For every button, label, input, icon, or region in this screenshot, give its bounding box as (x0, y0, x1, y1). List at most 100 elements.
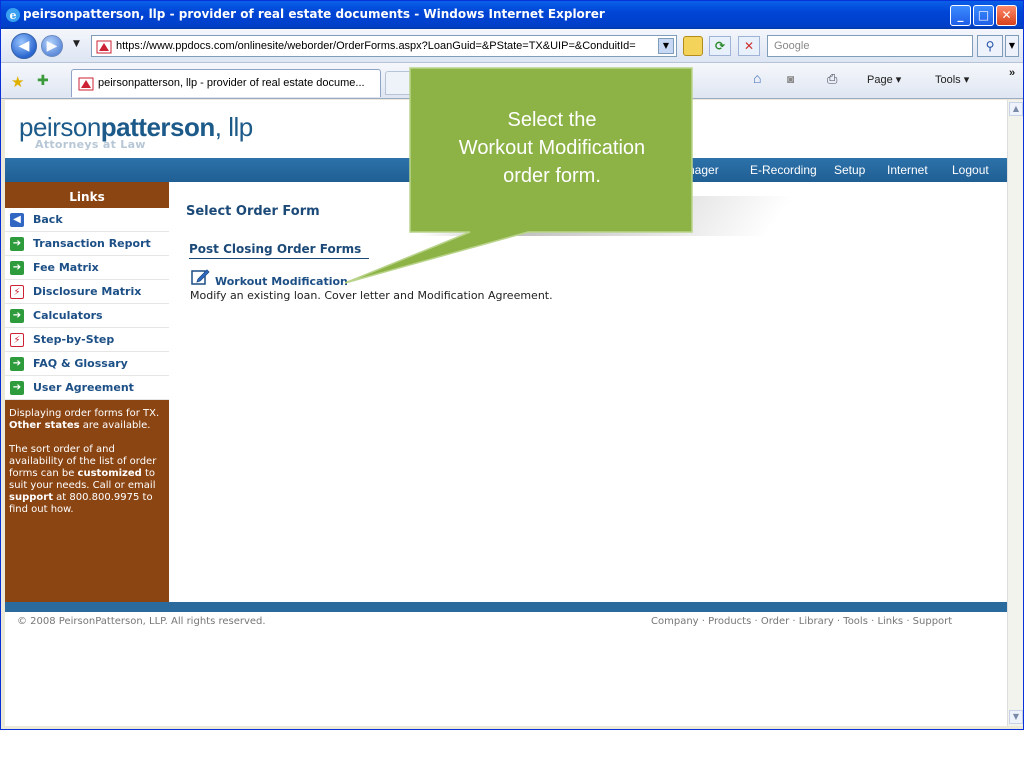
links-list: ◀ Back ➔ Transaction Report ➔ Fee Matrix… (5, 208, 169, 400)
forward-button[interactable]: ▶ (41, 35, 63, 57)
info-text: are available. (82, 420, 151, 431)
navigation-bar: ◀ ▶ ▼ https://www.ppdocs.com/onlinesite/… (1, 29, 1023, 63)
refresh-icon: ⟳ (714, 39, 726, 53)
vertical-scrollbar[interactable]: ▲ ▼ (1007, 100, 1023, 726)
stop-icon: ✕ (743, 39, 755, 53)
refresh-button[interactable]: ⟳ (709, 36, 731, 56)
scroll-down-icon[interactable]: ▼ (1009, 710, 1023, 724)
callout-shadow (415, 196, 795, 236)
search-button[interactable]: ⚲ (977, 35, 1003, 57)
sidebar-item-calculators[interactable]: ➔ Calculators (5, 304, 169, 328)
scroll-up-icon[interactable]: ▲ (1009, 102, 1023, 116)
section-heading: Post Closing Order Forms (189, 242, 362, 256)
back-arrow-icon: ◀ (18, 38, 30, 54)
page-viewport: peirsonpatterson, llp Attorneys at Law n… (5, 100, 1007, 726)
workout-modification-link[interactable]: Workout Modification (215, 275, 348, 288)
sidebar-item-label: Disclosure Matrix (33, 285, 142, 298)
menu-item-setup[interactable]: Setup (834, 163, 865, 177)
sidebar-item-step-by-step[interactable]: ⚡ Step-by-Step (5, 328, 169, 352)
window-title: peirsonpatterson, llp - provider of real… (23, 7, 605, 21)
customized-link[interactable]: customized (78, 468, 142, 479)
footer-copyright: © 2008 PeirsonPatterson, LLP. All rights… (17, 616, 266, 627)
states-info: Displaying order forms for TX. Other sta… (9, 408, 167, 432)
new-tab-button[interactable] (385, 71, 419, 95)
callout-line: Select the (507, 109, 597, 131)
menu-item-logout[interactable]: Logout (952, 163, 989, 177)
print-icon[interactable]: ⎙ (827, 71, 837, 87)
callout-text: Select the Workout Modification order fo… (412, 106, 692, 190)
site-favicon-icon (78, 77, 94, 91)
back-arrow-icon: ◀ (10, 213, 24, 227)
callout-line: Workout Modification (458, 137, 646, 159)
sidebar-item-fee-matrix[interactable]: ➔ Fee Matrix (5, 256, 169, 280)
address-bar[interactable]: https://www.ppdocs.com/onlinesite/webord… (91, 35, 677, 57)
footer-links[interactable]: Company · Products · Order · Library · T… (651, 616, 952, 627)
recent-pages-dropdown[interactable]: ▼ (73, 39, 80, 49)
menu-item-internet[interactable]: Internet (887, 163, 928, 177)
callout-line: order form. (503, 165, 601, 187)
sidebar-item-label: Step-by-Step (33, 333, 115, 346)
address-url[interactable]: https://www.ppdocs.com/onlinesite/webord… (116, 40, 656, 52)
links-info-text: Displaying order forms for TX. Other sta… (9, 408, 167, 528)
more-commands-button[interactable]: » (1009, 67, 1015, 79)
links-heading: Links (69, 190, 105, 204)
form-description: Modify an existing loan. Cover letter an… (190, 289, 553, 302)
favorites-star-icon[interactable]: ★ (11, 73, 24, 91)
add-favorites-icon[interactable]: ✚ (37, 73, 49, 89)
stop-button[interactable]: ✕ (738, 36, 760, 56)
site-tagline: Attorneys at Law (35, 138, 146, 151)
tab-active[interactable]: peirsonpatterson, llp - provider of real… (71, 69, 381, 97)
sidebar-item-label: Fee Matrix (33, 261, 99, 274)
title-bar: e peirsonpatterson, llp - provider of re… (1, 1, 1023, 29)
site-favicon-icon (96, 40, 112, 54)
sidebar-item-back[interactable]: ◀ Back (5, 208, 169, 232)
pdf-icon: ⚡ (10, 333, 24, 347)
search-icon: ⚲ (985, 39, 995, 53)
feeds-icon[interactable]: ◙ (787, 72, 794, 86)
address-dropdown[interactable]: ▼ (658, 38, 674, 54)
customize-info: The sort order of and availability of th… (9, 444, 167, 516)
arrow-right-icon: ➔ (10, 381, 24, 395)
section-divider (189, 258, 369, 259)
forward-arrow-icon: ▶ (46, 38, 58, 54)
arrow-right-icon: ➔ (10, 309, 24, 323)
svg-text:e: e (10, 9, 17, 22)
ie-icon: e (6, 8, 20, 22)
arrow-right-icon: ➔ (10, 357, 24, 371)
links-sidebar: Links ◀ Back ➔ Transaction Report ➔ Fee … (5, 182, 169, 602)
footer-bar (5, 602, 1007, 612)
page-title: Select Order Form (186, 204, 320, 219)
tab-bar: ★ ✚ peirsonpatterson, llp - provider of … (1, 63, 1023, 99)
back-button[interactable]: ◀ (11, 33, 37, 59)
sidebar-item-label: FAQ & Glossary (33, 357, 128, 370)
sidebar-item-label: User Agreement (33, 381, 134, 394)
search-box[interactable]: Google (767, 35, 973, 57)
tools-menu-button[interactable]: Tools ▾ (935, 73, 969, 86)
menu-item-manager[interactable]: nager (688, 163, 719, 177)
home-icon[interactable]: ⌂ (753, 70, 761, 86)
info-text: Displaying order forms for TX. (9, 408, 160, 419)
page-menu-button[interactable]: Page ▾ (867, 73, 901, 86)
arrow-right-icon: ➔ (10, 237, 24, 251)
maximize-button[interactable]: □ (973, 5, 994, 26)
sidebar-item-faq-glossary[interactable]: ➔ FAQ & Glossary (5, 352, 169, 376)
search-options-dropdown[interactable]: ▼ (1005, 35, 1019, 57)
menu-item-e-recording[interactable]: E-Recording (750, 163, 817, 177)
sidebar-item-label: Back (33, 213, 63, 226)
pdf-icon: ⚡ (10, 285, 24, 299)
minimize-button[interactable]: _ (950, 5, 971, 26)
logo-text-suffix: , llp (214, 112, 253, 142)
sidebar-item-label: Calculators (33, 309, 103, 322)
search-placeholder: Google (774, 40, 810, 52)
sidebar-item-label: Transaction Report (33, 237, 151, 250)
other-states-link[interactable]: Other states (9, 420, 80, 431)
lock-icon[interactable] (683, 36, 703, 56)
sidebar-item-disclosure-matrix[interactable]: ⚡ Disclosure Matrix (5, 280, 169, 304)
edit-form-icon[interactable] (191, 268, 211, 286)
tab-label: peirsonpatterson, llp - provider of real… (98, 77, 365, 89)
sidebar-item-user-agreement[interactable]: ➔ User Agreement (5, 376, 169, 400)
sidebar-item-transaction-report[interactable]: ➔ Transaction Report (5, 232, 169, 256)
close-button[interactable]: ✕ (996, 5, 1017, 26)
support-link[interactable]: support (9, 492, 53, 503)
arrow-right-icon: ➔ (10, 261, 24, 275)
